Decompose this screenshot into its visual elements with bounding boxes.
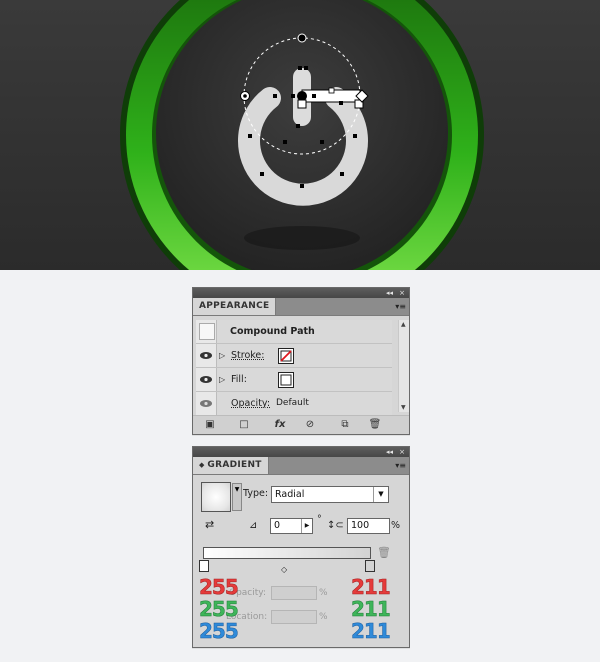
aspect-ratio-field[interactable]: 100 bbox=[347, 518, 390, 534]
scroll-down-icon[interactable]: ▼ bbox=[401, 404, 406, 411]
visibility-eye-icon[interactable] bbox=[196, 344, 217, 367]
type-select-value: Radial bbox=[275, 489, 305, 500]
close-panel-button[interactable]: × bbox=[399, 447, 405, 457]
add-stroke-icon[interactable]: ▣ bbox=[203, 419, 217, 431]
tab-gradient[interactable]: ◆ GRADIENT bbox=[193, 457, 269, 474]
degree-label: ° bbox=[317, 514, 322, 525]
delete-stop-icon[interactable]: 🗑 bbox=[377, 546, 391, 559]
close-panel-button[interactable]: × bbox=[399, 288, 405, 298]
stroke-none-swatch[interactable] bbox=[278, 348, 294, 364]
reverse-gradient-icon[interactable]: ⇄ bbox=[205, 518, 214, 531]
clear-appearance-icon[interactable]: ⊘ bbox=[303, 419, 317, 431]
eye-icon bbox=[200, 352, 212, 359]
left-stop-r: 255 bbox=[199, 575, 239, 599]
tab-gradient-label: GRADIENT bbox=[207, 460, 262, 470]
right-stop-r: 211 bbox=[351, 575, 391, 599]
left-stop-b: 255 bbox=[199, 619, 239, 643]
appearance-list: Compound Path ▷ Stroke: ▷ Fill: Opacity: bbox=[196, 320, 396, 416]
gradient-preview-swatch[interactable] bbox=[201, 482, 231, 512]
right-stop-b: 211 bbox=[351, 619, 391, 643]
visibility-eye-icon[interactable] bbox=[196, 392, 217, 415]
list-item-opacity[interactable]: Opacity: Default bbox=[196, 392, 392, 416]
gradient-body: ▼ Type: Radial ▼ ⇄ ⊿ 0 ▶ ° ↕⊂ 100 % ◇ 🗑 … bbox=[193, 476, 409, 647]
midpoint-diamond-icon[interactable]: ◇ bbox=[281, 565, 287, 574]
gradient-stop-left[interactable] bbox=[199, 560, 209, 572]
eye-icon bbox=[200, 400, 212, 407]
item-title: Compound Path bbox=[230, 326, 315, 337]
gradient-stop-right[interactable] bbox=[365, 560, 375, 572]
angle-value: 0 bbox=[274, 520, 281, 531]
location-percent: % bbox=[319, 612, 328, 622]
add-fill-icon[interactable]: □ bbox=[237, 419, 251, 431]
gradient-panel: ◂◂ × ◆ GRADIENT ▾≡ ▼ Type: Radial ▼ ⇄ ⊿ … bbox=[192, 446, 410, 648]
canvas-artwork bbox=[0, 0, 600, 270]
eye-icon bbox=[200, 376, 212, 383]
opacity-percent: % bbox=[319, 588, 328, 598]
panel-titlebar: ◂◂ × bbox=[193, 288, 409, 298]
list-item-stroke[interactable]: ▷ Stroke: bbox=[196, 344, 392, 368]
expand-triangle-icon[interactable]: ▷ bbox=[219, 368, 225, 391]
panel-menu-icon[interactable]: ▾≡ bbox=[395, 461, 406, 470]
visibility-eye-icon[interactable] bbox=[196, 368, 217, 391]
panel-tab-row: APPEARANCE ▾≡ bbox=[193, 298, 409, 316]
left-stop-g: 255 bbox=[199, 597, 239, 621]
stroke-label[interactable]: Stroke: bbox=[231, 344, 264, 367]
none-slash-icon bbox=[280, 350, 292, 362]
appearance-panel: ◂◂ × APPEARANCE ▾≡ Compound Path ▷ Strok… bbox=[192, 287, 410, 435]
angle-icon: ⊿ bbox=[249, 520, 258, 531]
type-label: Type: bbox=[243, 488, 269, 499]
stop-opacity-field[interactable] bbox=[271, 586, 317, 600]
fill-label: Fill: bbox=[231, 374, 247, 385]
list-item-compound-path[interactable]: Compound Path bbox=[196, 320, 392, 344]
object-thumbnail bbox=[196, 320, 217, 343]
expand-triangle-icon[interactable]: ▷ bbox=[219, 344, 225, 367]
angle-stepper-icon[interactable]: ▶ bbox=[301, 519, 312, 533]
appearance-scrollbar[interactable]: ▲ ▼ bbox=[398, 320, 409, 412]
list-item-fill[interactable]: ▷ Fill: bbox=[196, 368, 392, 392]
stop-location-field[interactable] bbox=[271, 610, 317, 624]
scroll-up-icon[interactable]: ▲ bbox=[401, 321, 406, 328]
panel-tab-row: ◆ GRADIENT ▾≡ bbox=[193, 457, 409, 475]
tab-appearance[interactable]: APPEARANCE bbox=[193, 298, 277, 315]
opacity-value: Default bbox=[276, 398, 309, 408]
panel-titlebar: ◂◂ × bbox=[193, 447, 409, 457]
gradient-slider[interactable] bbox=[203, 547, 371, 559]
thumbnail-icon bbox=[199, 323, 215, 340]
power-button-illustration bbox=[0, 0, 600, 270]
fill-swatch[interactable] bbox=[278, 372, 294, 388]
panel-menu-icon[interactable]: ▾≡ bbox=[395, 302, 406, 311]
percent-label: % bbox=[391, 520, 401, 531]
fx-effects-icon[interactable]: fx bbox=[273, 419, 287, 431]
gradient-preset-dropdown-icon[interactable]: ▼ bbox=[232, 483, 242, 511]
duplicate-item-icon[interactable]: ⧉ bbox=[338, 419, 352, 431]
appearance-footer: ▣ □ fx ⊘ ⧉ 🗑 bbox=[193, 415, 409, 434]
collapse-panel-button[interactable]: ◂◂ bbox=[386, 288, 393, 298]
aspect-ratio-value: 100 bbox=[351, 520, 370, 531]
collapse-panel-button[interactable]: ◂◂ bbox=[386, 447, 393, 457]
right-stop-g: 211 bbox=[351, 597, 391, 621]
aspect-ratio-icon: ↕⊂ bbox=[327, 520, 344, 531]
type-select[interactable]: Radial ▼ bbox=[271, 486, 389, 503]
angle-field[interactable]: 0 ▶ bbox=[270, 518, 313, 534]
trash-icon[interactable]: 🗑 bbox=[368, 419, 382, 431]
opacity-label[interactable]: Opacity: bbox=[231, 392, 270, 415]
chevron-down-icon: ▼ bbox=[373, 487, 388, 502]
